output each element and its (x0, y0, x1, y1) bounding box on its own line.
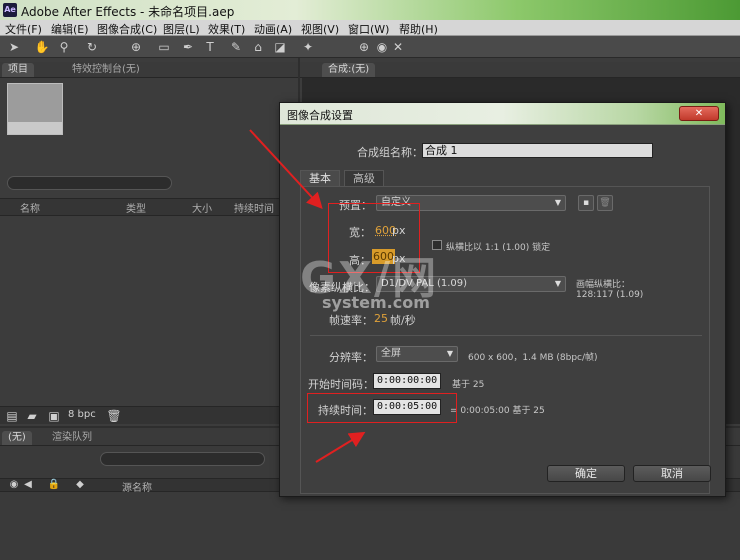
annotation-arrows (249, 129, 366, 463)
arrow-to-duration (315, 431, 366, 463)
arrow-to-dimensions (249, 129, 323, 209)
